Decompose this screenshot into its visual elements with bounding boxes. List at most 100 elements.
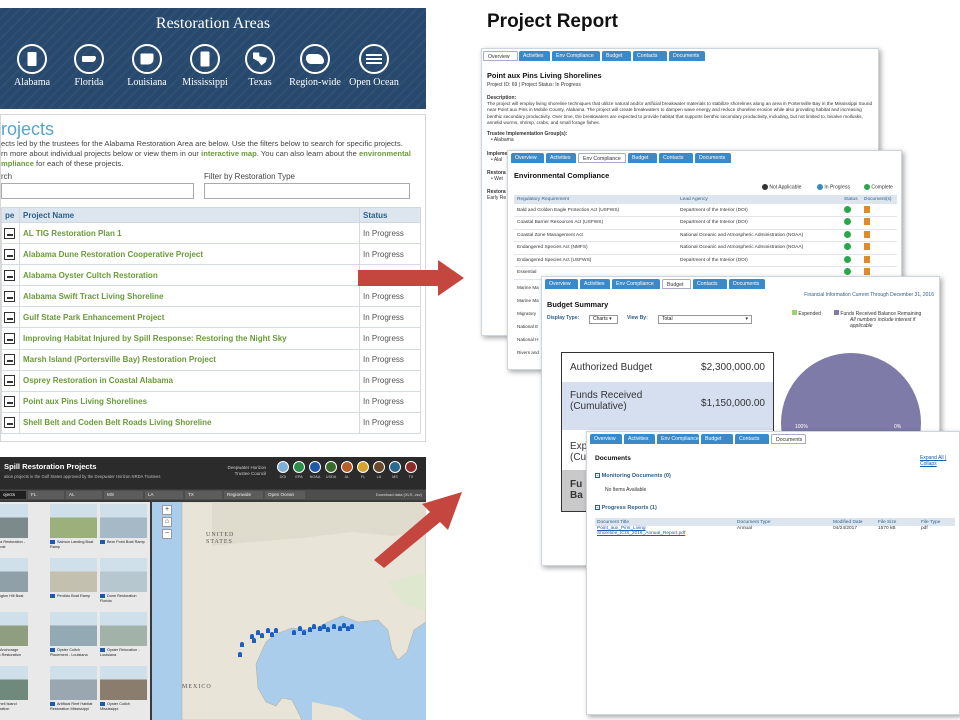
project-name-link[interactable]: Shell Belt and Coden Belt Roads Living S… <box>19 411 360 434</box>
map-tab[interactable]: TX <box>185 491 222 499</box>
tab-budget[interactable]: Budget <box>602 51 631 61</box>
tab-env-compliance[interactable]: Env Compliance <box>657 434 699 444</box>
project-thumbnail[interactable]: Artificial Reef Habitat Restoration Miss… <box>50 666 97 716</box>
tab-budget[interactable]: Budget <box>701 434 733 444</box>
project-marker-icon[interactable] <box>332 624 336 629</box>
map-tab[interactable]: Open Ocean <box>265 491 305 499</box>
project-thumbnail[interactable]: Dune Restoration Florida <box>100 558 147 608</box>
project-name-link[interactable]: Osprey Restoration in Coastal Alabama <box>19 369 360 392</box>
tab-activities[interactable]: Activities <box>519 51 550 61</box>
table-row[interactable]: AL TIG Restoration Plan 1 In Progress <box>1 221 421 245</box>
table-row[interactable]: Marsh Island (Portersville Bay) Restorat… <box>1 348 421 371</box>
project-name-link[interactable]: Point aux Pins Living Shorelines <box>19 390 360 413</box>
map-tab[interactable]: Regionwide <box>224 491 263 499</box>
project-marker-icon[interactable] <box>312 624 316 629</box>
project-thumbnail[interactable]: Oyster Cultch Placement - Louisiana <box>50 612 97 662</box>
monitoring-documents-header[interactable]: − Monitoring Documents (0) <box>595 473 671 479</box>
table-row[interactable]: Osprey Restoration in Coastal Alabama In … <box>1 369 421 392</box>
project-thumbnail[interactable]: lington Hill Boat Ramp <box>0 558 28 608</box>
project-marker-icon[interactable] <box>326 627 330 632</box>
zoom-out-button[interactable]: − <box>162 529 172 539</box>
project-marker-icon[interactable] <box>302 630 306 635</box>
project-name-link[interactable]: Alabama Swift Tract Living Shoreline <box>19 285 360 308</box>
area-florida[interactable]: Florida <box>64 44 114 88</box>
column-type[interactable]: pe <box>1 207 20 223</box>
tab-overview[interactable]: Overview <box>483 51 518 61</box>
document-icon[interactable] <box>864 243 870 251</box>
tab-budget[interactable]: Budget <box>628 153 657 163</box>
column-project-name[interactable]: Project Name <box>19 207 360 223</box>
tab-env-compliance[interactable]: Env Compliance <box>552 51 600 61</box>
project-name-link[interactable]: Alabama Oyster Cultch Restoration <box>19 264 360 287</box>
project-name-link[interactable]: Improving Habitat Injured by Spill Respo… <box>19 327 360 350</box>
project-thumbnail[interactable]: Shell Island Restoration <box>0 666 28 716</box>
document-link[interactable]: Point_aux_Pins_Living Shoreline_ICIS_201… <box>595 526 735 538</box>
project-thumbnail[interactable]: ma Restoration - Lightpost <box>0 504 28 554</box>
tab-env-compliance[interactable]: Env Compliance <box>578 153 626 163</box>
tab-overview[interactable]: Overview <box>511 153 544 163</box>
environmental-compliance-link[interactable]: mpliance <box>1 159 34 168</box>
project-marker-icon[interactable] <box>292 630 296 635</box>
table-row[interactable]: Improving Habitat Injured by Spill Respo… <box>1 327 421 350</box>
tab-env-compliance[interactable]: Env Compliance <box>612 279 660 289</box>
project-thumbnail[interactable]: Oyster Relocation - Louisiana <box>100 612 147 662</box>
document-icon[interactable] <box>864 205 870 213</box>
project-name-link[interactable]: Gulf State Park Enhancement Project <box>19 306 360 329</box>
tab-budget[interactable]: Budget <box>662 279 691 289</box>
project-marker-icon[interactable] <box>260 633 264 638</box>
document-icon[interactable] <box>864 268 870 276</box>
map-tab[interactable]: ojects <box>0 491 26 499</box>
tab-documents[interactable]: Documents <box>729 279 765 289</box>
tab-overview[interactable]: Overview <box>590 434 622 444</box>
map-tab[interactable]: MS <box>104 491 143 499</box>
project-marker-icon[interactable] <box>238 652 242 657</box>
document-icon[interactable] <box>864 230 870 238</box>
table-row[interactable]: Point aux Pins Living Shorelines In Progr… <box>1 390 421 413</box>
project-name-link[interactable]: Marsh Island (Portersville Bay) Restorat… <box>19 348 360 371</box>
expand-all-link[interactable]: Expand All | Collaps <box>920 455 959 468</box>
tab-documents[interactable]: Documents <box>695 153 731 163</box>
column-status[interactable]: Status <box>359 207 421 223</box>
area-louisiana[interactable]: Louisiana <box>121 44 173 88</box>
document-icon[interactable] <box>864 255 870 263</box>
environmental-compliance-link[interactable]: environmental <box>359 149 411 158</box>
project-name-link[interactable]: AL TIG Restoration Plan 1 <box>19 221 360 245</box>
search-input[interactable] <box>1 183 194 199</box>
project-marker-icon[interactable] <box>252 638 256 643</box>
view-by-select[interactable]: Total ▾ <box>658 315 752 324</box>
tab-contacts[interactable]: Contacts <box>659 153 693 163</box>
tab-activities[interactable]: Activities <box>580 279 610 289</box>
map-tab[interactable]: AL <box>66 491 102 499</box>
project-thumbnail[interactable]: Perdido Boat Ramp <box>50 558 97 608</box>
tab-contacts[interactable]: Contacts <box>693 279 727 289</box>
project-thumbnail[interactable]: n Anchorage Marsh Restoration <box>0 612 28 662</box>
home-button[interactable]: ⌂ <box>162 517 172 527</box>
area-texas[interactable]: Texas <box>240 44 280 88</box>
tab-contacts[interactable]: Contacts <box>735 434 769 444</box>
map-tab[interactable]: LA <box>145 491 183 499</box>
project-name-link[interactable]: Alabama Dune Restoration Cooperative Pro… <box>19 243 360 266</box>
area-alabama[interactable]: Alabama <box>8 44 56 88</box>
interactive-map-link[interactable]: interactive map <box>201 149 257 158</box>
progress-reports-header[interactable]: − Progress Reports (1) <box>595 505 657 511</box>
map-tab[interactable]: FL <box>28 491 64 499</box>
area-mississippi[interactable]: Mississippi <box>177 44 233 88</box>
project-marker-icon[interactable] <box>240 642 244 647</box>
zoom-in-button[interactable]: + <box>162 505 172 515</box>
tab-contacts[interactable]: Contacts <box>633 51 667 61</box>
table-row[interactable]: Gulf State Park Enhancement Project In Pr… <box>1 306 421 329</box>
restoration-type-filter[interactable] <box>204 183 410 199</box>
tab-activities[interactable]: Activities <box>624 434 655 444</box>
area-region-wide[interactable]: Region-wide <box>289 44 341 88</box>
project-marker-icon[interactable] <box>274 628 278 633</box>
project-thumbnail[interactable]: Oyster Cultch Mississippi <box>100 666 147 716</box>
area-open-ocean[interactable]: Open Ocean <box>346 44 402 88</box>
project-thumbnail[interactable]: Bear Point Boat Ramp <box>100 504 147 554</box>
tab-activities[interactable]: Activities <box>546 153 576 163</box>
tab-documents[interactable]: Documents <box>669 51 705 61</box>
display-type-select[interactable]: Charts ▾ <box>589 315 618 324</box>
table-row[interactable]: Shell Belt and Coden Belt Roads Living S… <box>1 411 421 434</box>
project-marker-icon[interactable] <box>270 632 274 637</box>
document-icon[interactable] <box>864 218 870 226</box>
project-marker-icon[interactable] <box>350 624 354 629</box>
